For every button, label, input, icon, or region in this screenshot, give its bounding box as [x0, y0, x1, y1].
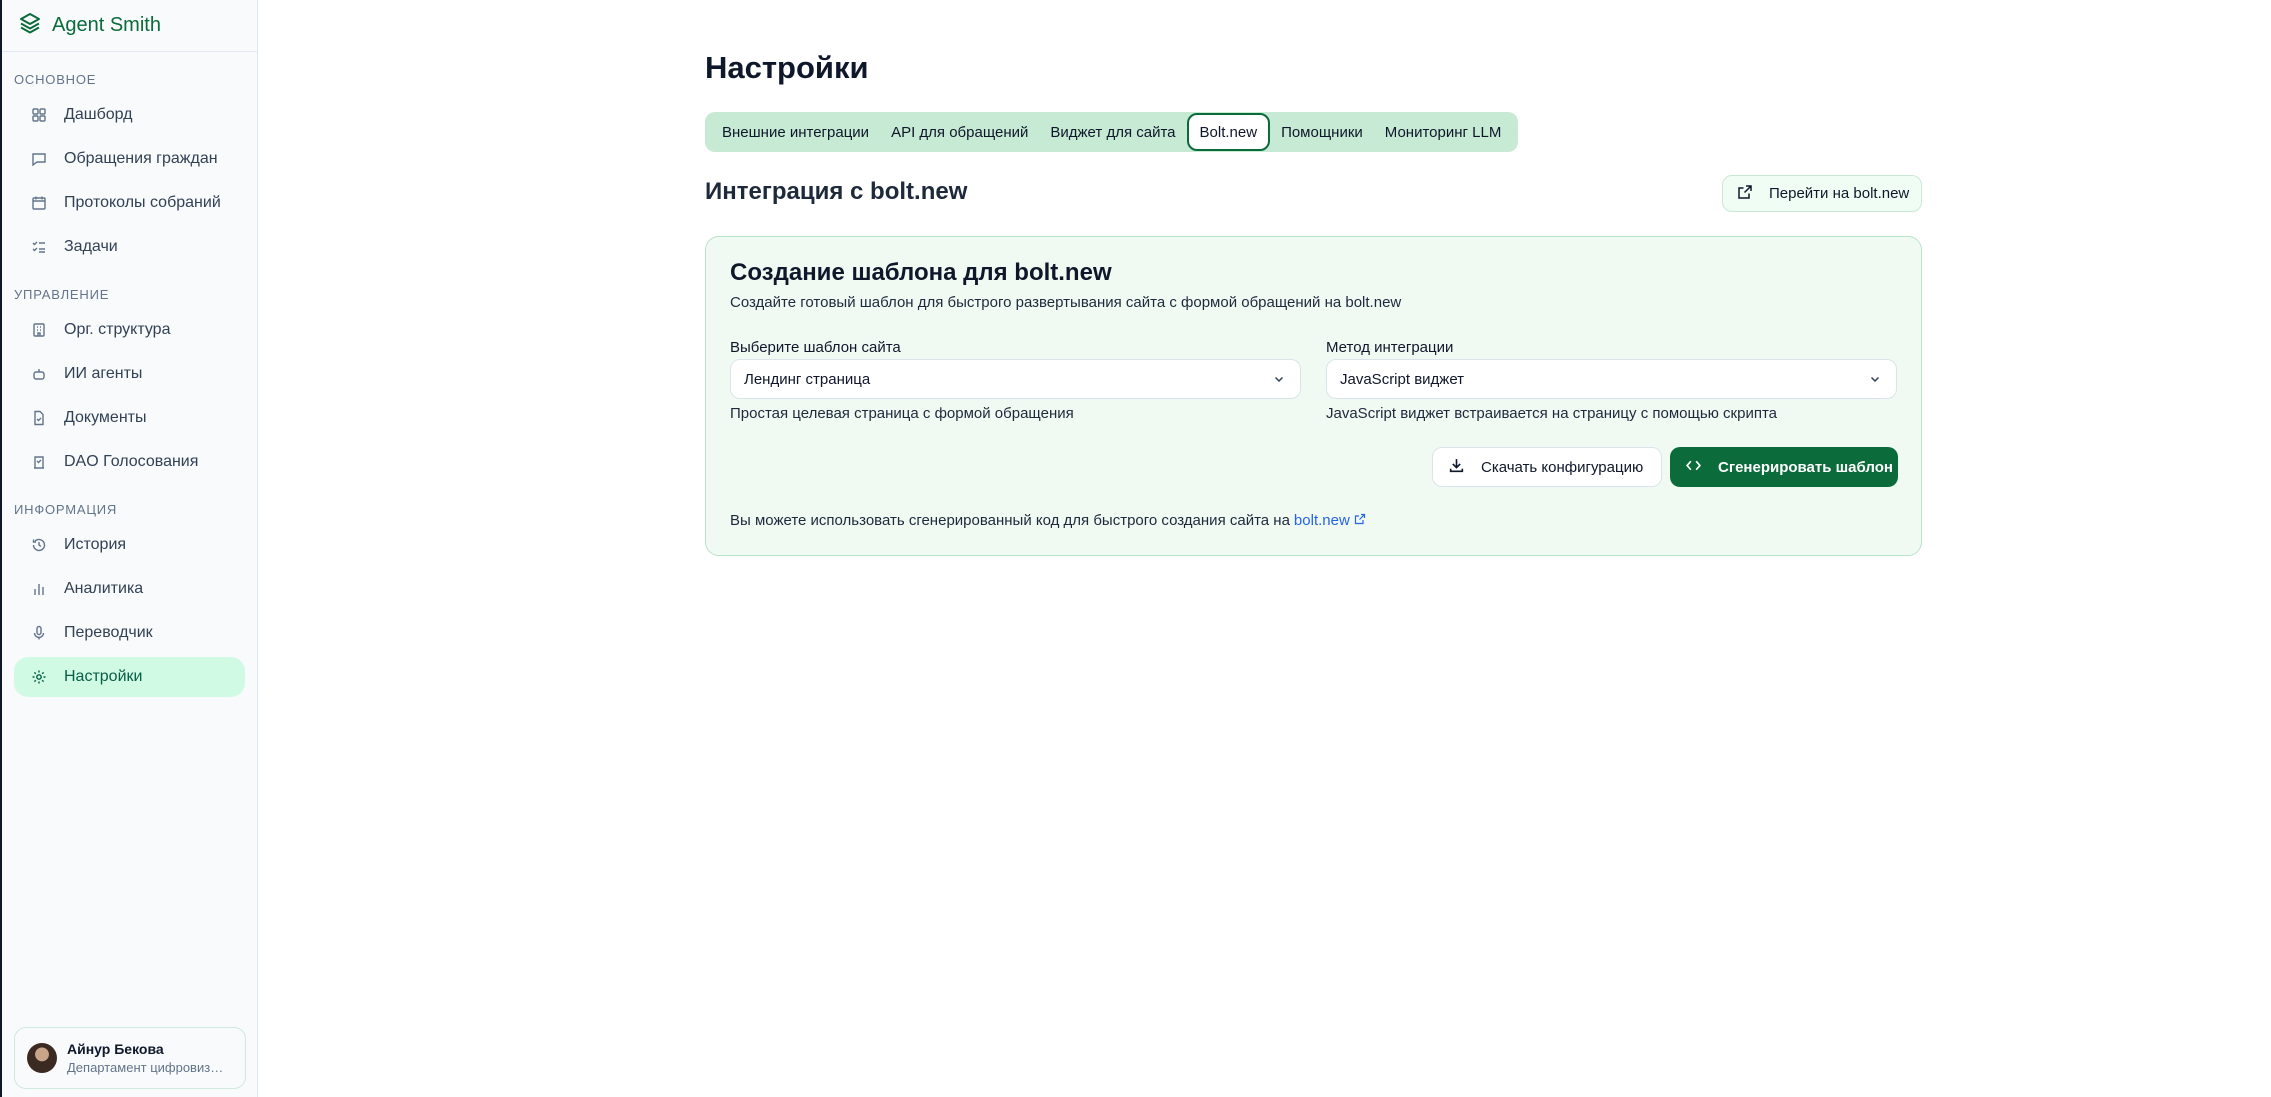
method-select-label: Метод интеграции — [1326, 339, 1454, 356]
download-config-button[interactable]: Скачать конфигурацию — [1432, 447, 1662, 487]
template-select-value: Лендинг страница — [744, 370, 871, 388]
footnote-text: Вы можете использовать сгенерированный к… — [730, 512, 1290, 529]
code-icon — [1685, 457, 1702, 478]
template-select[interactable]: Лендинг страница — [730, 359, 1301, 399]
brand[interactable]: Agent Smith — [2, 0, 257, 52]
goto-bolt-button[interactable]: Перейти на bolt.new — [1722, 175, 1922, 212]
user-department: Департамент цифровизации — [67, 1060, 227, 1075]
tab-external-integrations[interactable]: Внешние интеграции — [711, 113, 880, 151]
tab-appeals-api[interactable]: API для обращений — [880, 113, 1039, 151]
sidebar-item-label: DAO Голосования — [64, 453, 199, 470]
tab-bolt-new[interactable]: Bolt.new — [1186, 113, 1271, 151]
page-title: Настройки — [705, 50, 869, 85]
nav-section-title-management: Управление — [14, 287, 110, 302]
download-icon — [1448, 457, 1465, 478]
integration-method-select[interactable]: JavaScript виджет — [1326, 359, 1897, 399]
tab-assistants[interactable]: Помощники — [1270, 113, 1374, 151]
settings-tabs: Внешние интеграции API для обращений Вид… — [705, 112, 1519, 152]
sidebar-item-org-structure[interactable]: Орг. структура — [14, 310, 245, 350]
sidebar-item-label: Задачи — [64, 238, 118, 255]
goto-bolt-label: Перейти на bolt.new — [1769, 185, 1910, 202]
sidebar-item-documents[interactable]: Документы — [14, 398, 245, 438]
bolt-link[interactable]: bolt.new — [1294, 512, 1366, 529]
sidebar-item-label: Аналитика — [64, 580, 144, 597]
section-heading: Интеграция с bolt.new — [705, 178, 968, 205]
document-icon — [30, 409, 48, 427]
sidebar-item-label: Орг. структура — [64, 321, 171, 338]
sidebar-item-label: Протоколы собраний — [64, 194, 221, 211]
user-name: Айнур Бекова — [67, 1041, 164, 1057]
gear-icon — [30, 668, 48, 686]
chart-icon — [30, 580, 48, 598]
sidebar-item-label: ИИ агенты — [64, 365, 143, 382]
footnote: Вы можете использовать сгенерированный к… — [730, 512, 1366, 529]
sidebar-item-label: Обращения граждан — [64, 150, 218, 167]
tab-llm-monitoring[interactable]: Мониторинг LLM — [1374, 113, 1513, 151]
card-title: Создание шаблона для bolt.new — [730, 259, 1112, 286]
generate-template-button[interactable]: Сгенерировать шаблон — [1670, 447, 1898, 487]
grid-icon — [30, 106, 48, 124]
nav-section-title-main: Основное — [14, 72, 97, 87]
external-link-icon — [1737, 184, 1753, 204]
card-subtitle: Создайте готовый шаблон для быстрого раз… — [730, 294, 1402, 311]
sidebar-item-meetings[interactable]: Протоколы собраний — [14, 183, 245, 223]
sidebar-item-label: Настройки — [64, 668, 143, 685]
sidebar-item-analytics[interactable]: Аналитика — [14, 569, 245, 609]
bolt-link-label: bolt.new — [1293, 512, 1350, 529]
sidebar-item-label: Переводчик — [64, 624, 153, 641]
download-config-label: Скачать конфигурацию — [1481, 458, 1644, 476]
sidebar-item-dao-voting[interactable]: DAO Голосования — [14, 442, 245, 482]
method-select-value: JavaScript виджет — [1340, 370, 1465, 388]
user-profile-card[interactable]: Айнур Бекова Департамент цифровизации — [14, 1027, 246, 1089]
layers-logo-icon — [18, 11, 42, 40]
sidebar-item-translator[interactable]: Переводчик — [14, 613, 245, 653]
sidebar-item-settings[interactable]: Настройки — [14, 657, 245, 697]
building-icon — [30, 321, 48, 339]
sidebar-item-label: Документы — [64, 409, 147, 426]
sidebar-item-label: Дашборд — [64, 106, 133, 123]
nav-section-title-info: Информация — [14, 502, 118, 517]
sidebar-item-tasks[interactable]: Задачи — [14, 227, 245, 267]
vote-icon — [30, 453, 48, 471]
tab-site-widget[interactable]: Виджет для сайта — [1039, 113, 1186, 151]
sidebar-item-appeals[interactable]: Обращения граждан — [14, 139, 245, 179]
template-card: Создание шаблона для bolt.new Создайте г… — [705, 236, 1922, 556]
app-name: Agent Smith — [52, 14, 161, 36]
message-icon — [30, 150, 48, 168]
chevron-down-icon — [1868, 372, 1882, 386]
bot-icon — [30, 365, 48, 383]
generate-template-label: Сгенерировать шаблон — [1718, 458, 1893, 476]
history-icon — [30, 536, 48, 554]
sidebar-item-history[interactable]: История — [14, 525, 245, 565]
avatar — [27, 1043, 57, 1073]
sidebar-item-label: История — [64, 536, 127, 553]
external-link-icon — [1354, 512, 1366, 529]
calendar-icon — [30, 194, 48, 212]
sidebar-item-ai-agents[interactable]: ИИ агенты — [14, 354, 245, 394]
template-hint: Простая целевая страница с формой обраще… — [730, 405, 1074, 422]
sidebar-item-dashboard[interactable]: Дашборд — [14, 95, 245, 135]
list-check-icon — [30, 238, 48, 256]
chevron-down-icon — [1272, 372, 1286, 386]
mic-icon — [30, 624, 48, 642]
template-select-label: Выберите шаблон сайта — [730, 339, 901, 356]
sidebar: Agent Smith Основное Дашборд Обращения г… — [0, 0, 258, 1097]
method-hint: JavaScript виджет встраивается на страни… — [1326, 405, 1778, 422]
